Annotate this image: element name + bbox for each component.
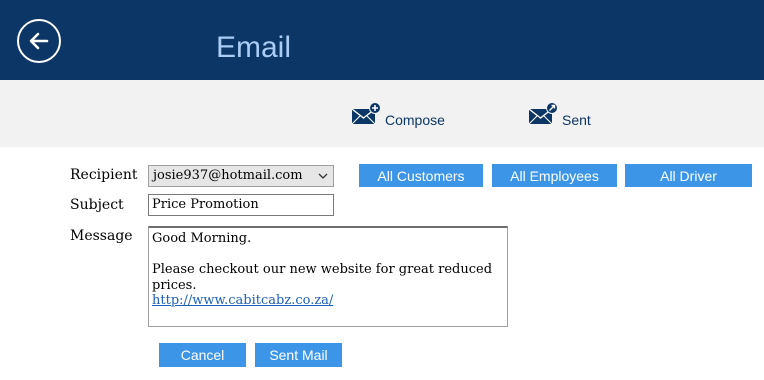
arrow-left-icon: [29, 32, 49, 50]
toolbar: Compose Sent: [0, 80, 764, 147]
page-title: Email: [216, 31, 292, 64]
all-employees-button[interactable]: All Employees: [492, 164, 617, 187]
message-line: Please checkout our new website for grea…: [152, 262, 493, 277]
message-line: [152, 247, 504, 263]
all-driver-button[interactable]: All Driver: [625, 164, 752, 187]
subject-input[interactable]: Price Promotion: [148, 194, 334, 216]
envelope-plus-icon: [351, 102, 381, 125]
recipient-label: Recipient: [70, 167, 138, 183]
compose-button[interactable]: Compose: [351, 102, 445, 128]
recipient-value: josie937@hotmail.com: [153, 168, 303, 183]
all-customers-button[interactable]: All Customers: [359, 164, 483, 187]
subject-label: Subject: [70, 197, 124, 213]
envelope-sent-icon: [528, 102, 558, 125]
app-header: Email: [0, 0, 764, 80]
back-button[interactable]: [17, 19, 61, 63]
message-link[interactable]: http://www.cabitcabz.co.za/: [152, 293, 504, 309]
chevron-down-icon: [318, 173, 328, 179]
message-line: Good Morning.: [152, 231, 252, 246]
compose-label: Compose: [385, 112, 445, 128]
message-line: prices.: [152, 277, 197, 293]
recipient-select[interactable]: josie937@hotmail.com: [148, 165, 334, 187]
message-label: Message: [70, 228, 133, 244]
sent-label: Sent: [562, 112, 591, 128]
message-textarea[interactable]: Good Morning. Please checkout our new we…: [148, 226, 508, 327]
cancel-button[interactable]: Cancel: [159, 343, 246, 367]
sent-button[interactable]: Sent: [528, 102, 591, 128]
send-mail-button[interactable]: Sent Mail: [255, 343, 342, 367]
